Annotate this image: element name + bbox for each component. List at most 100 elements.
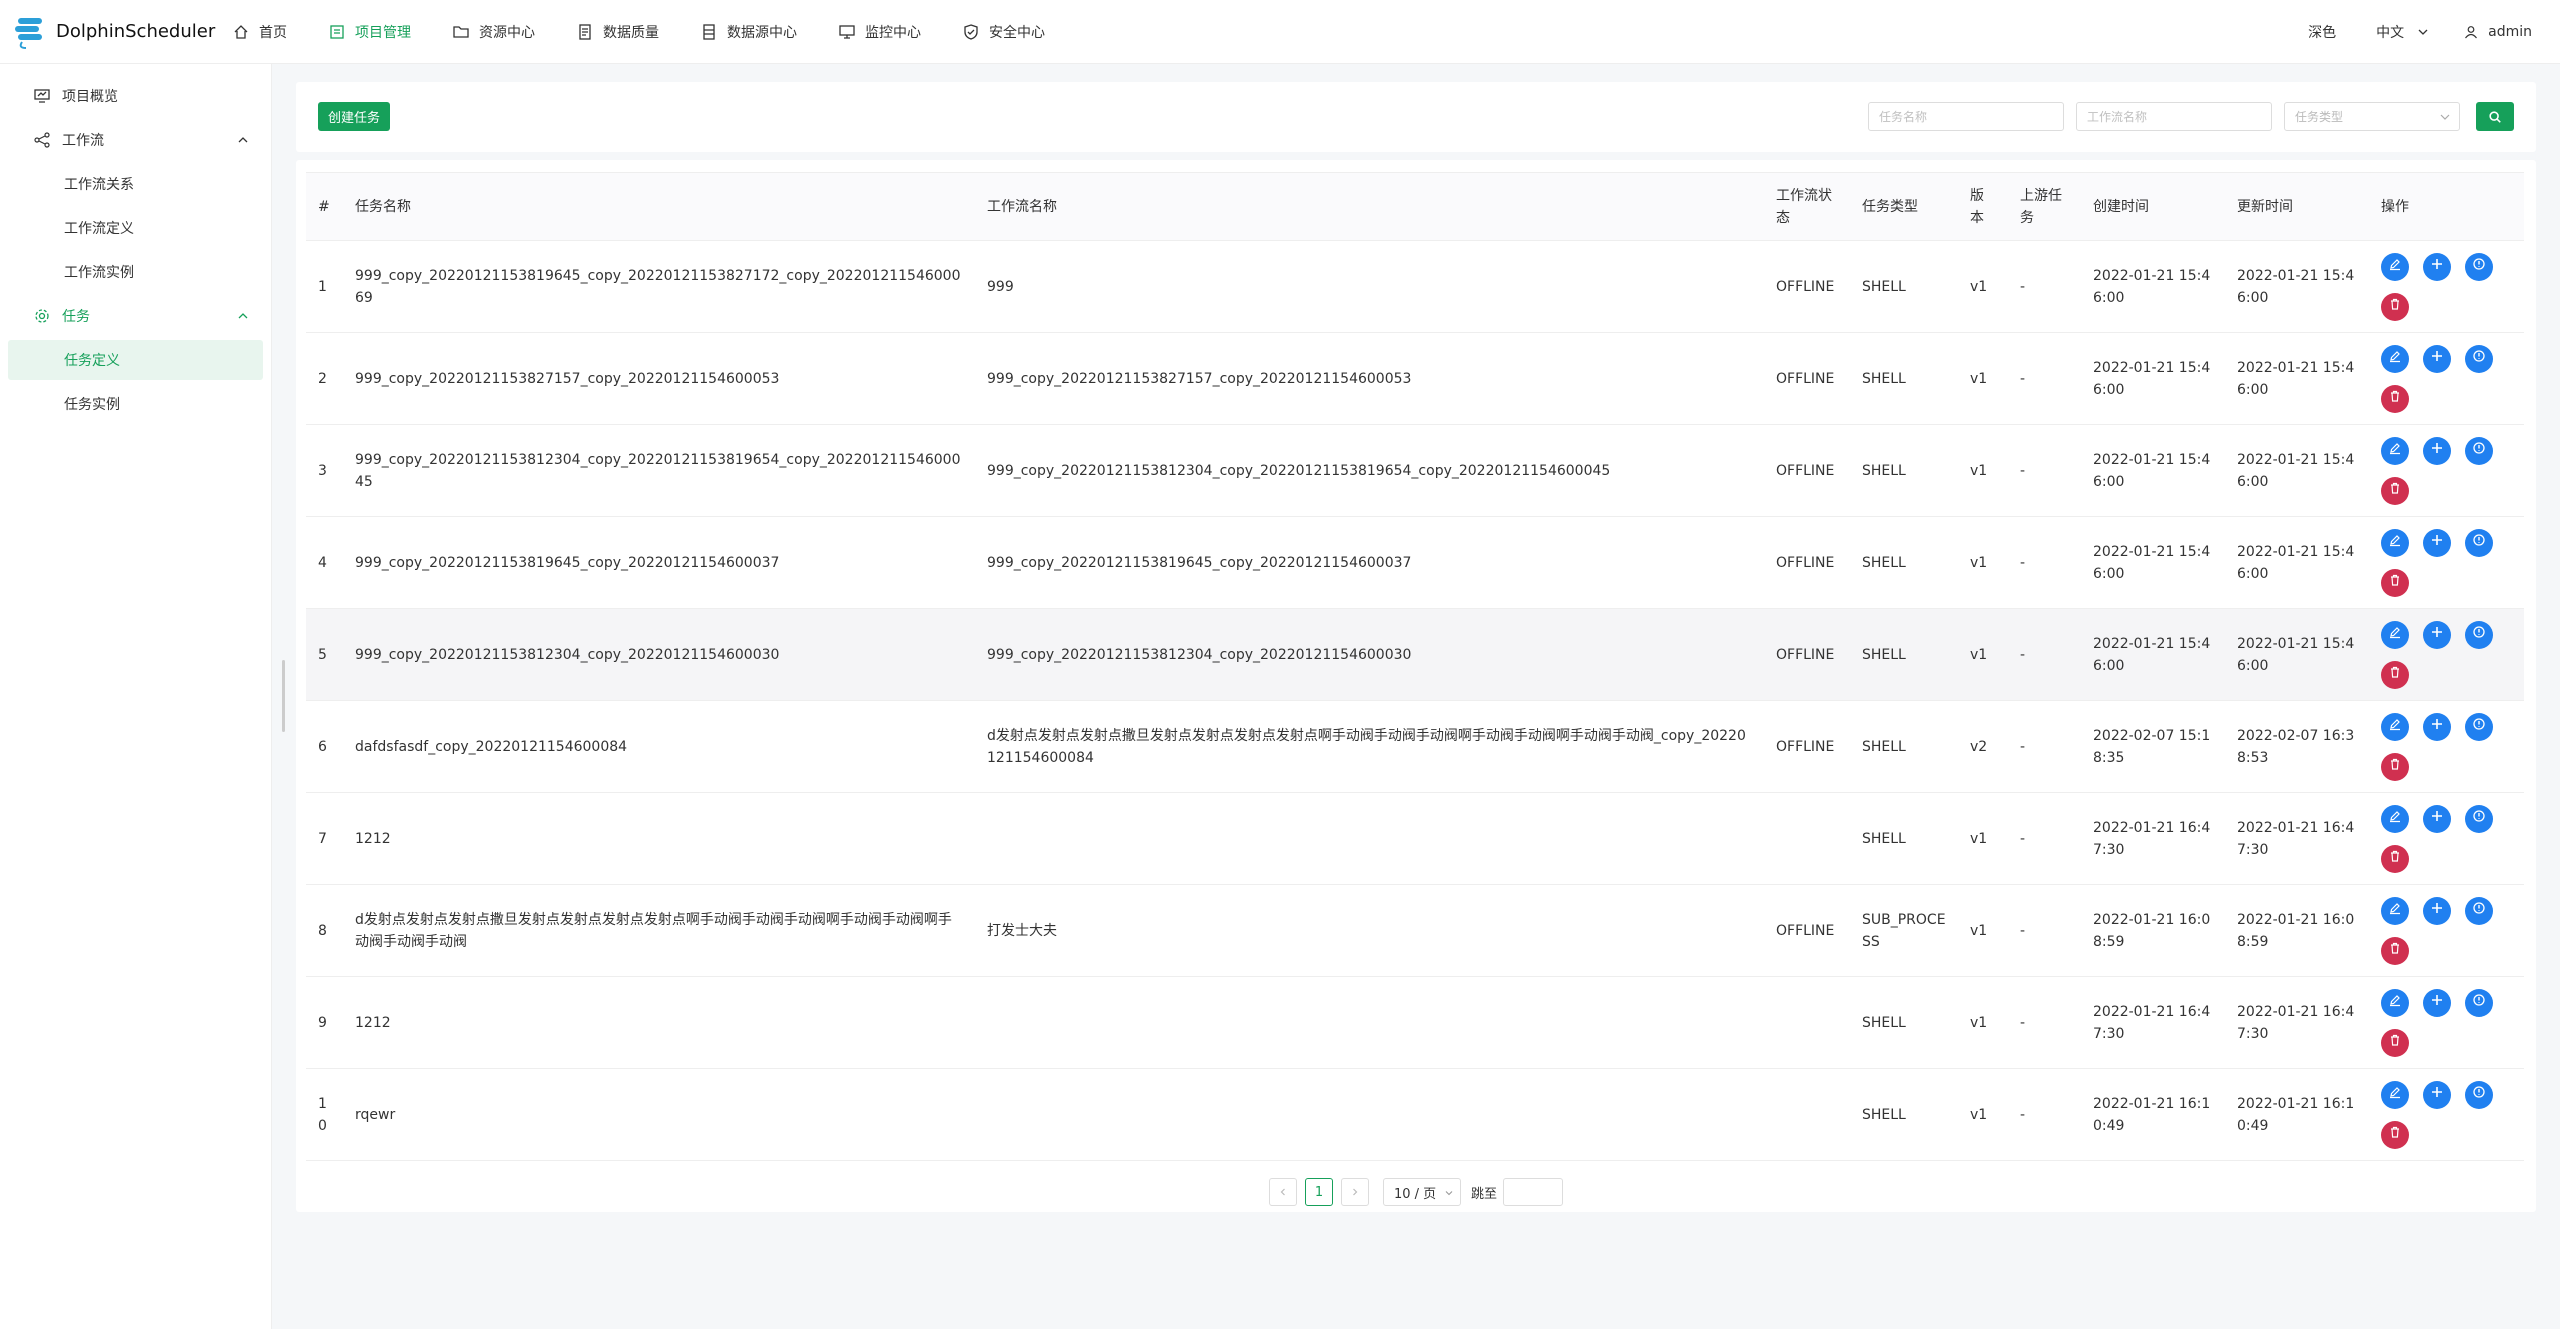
edit-button[interactable] — [2381, 436, 2409, 465]
move-button[interactable] — [2423, 620, 2451, 649]
nav-security[interactable]: 安全中心 — [942, 0, 1066, 64]
edit-button[interactable] — [2381, 896, 2409, 925]
app-logo[interactable]: DolphinScheduler — [0, 0, 215, 64]
cell-updated: 2022-01-21 16:08:59 — [2225, 884, 2369, 977]
cell-name: dafdsfasdf_copy_20220121154600084 — [343, 700, 975, 793]
sidebar-item-workflow-instance[interactable]: 工作流实例 — [8, 252, 263, 292]
delete-button[interactable] — [2381, 292, 2409, 321]
sidebar-resize-handle[interactable] — [282, 660, 285, 732]
nav-data-quality[interactable]: 数据质量 — [556, 0, 680, 64]
edit-icon — [2388, 1084, 2402, 1106]
cell-upstream: - — [2008, 516, 2081, 609]
delete-button[interactable] — [2381, 476, 2409, 505]
task-name-input[interactable] — [1868, 102, 2064, 131]
edit-button[interactable] — [2381, 620, 2409, 649]
sidebar-item-workflow-relation[interactable]: 工作流关系 — [8, 164, 263, 204]
cell-version: v1 — [1958, 976, 2008, 1069]
version-info-button[interactable] — [2465, 712, 2493, 741]
create-task-button[interactable]: 创建任务 — [318, 102, 391, 131]
delete-button[interactable] — [2381, 660, 2409, 689]
sidebar-item-workflow[interactable]: 工作流 — [8, 120, 263, 160]
cell-name: 999_copy_20220121153812304_copy_20220121… — [343, 424, 975, 517]
search-button[interactable] — [2476, 102, 2514, 131]
sidebar-item-overview[interactable]: 项目概览 — [8, 76, 263, 116]
page-size-select[interactable]: 10 / 页 — [1383, 1178, 1461, 1206]
version-info-button[interactable] — [2465, 252, 2493, 281]
edit-icon — [2388, 624, 2402, 646]
version-info-button[interactable] — [2465, 1080, 2493, 1109]
nav-home[interactable]: 首页 — [212, 0, 308, 64]
move-button[interactable] — [2423, 528, 2451, 557]
plus-icon — [2430, 532, 2444, 554]
version-info-button[interactable] — [2465, 988, 2493, 1017]
version-info-button[interactable] — [2465, 620, 2493, 649]
delete-button[interactable] — [2381, 568, 2409, 597]
sidebar-item-task[interactable]: 任务 — [8, 296, 263, 336]
theme-toggle[interactable]: 深色 — [2296, 22, 2364, 42]
cell-name: d发射点发射点发射点撒旦发射点发射点发射点发射点啊手动阀手动阀手动阀啊手动阀手动… — [343, 884, 975, 977]
move-button[interactable] — [2423, 1080, 2451, 1109]
jump-page-input[interactable] — [1503, 1178, 1564, 1206]
version-info-button[interactable] — [2465, 436, 2493, 465]
delete-button[interactable] — [2381, 936, 2409, 965]
nav-datasource[interactable]: 数据源中心 — [680, 0, 818, 64]
cell-version: v1 — [1958, 608, 2008, 701]
sidebar-item-label: 工作流 — [62, 133, 104, 149]
edit-button[interactable] — [2381, 344, 2409, 373]
user-menu[interactable]: admin — [2452, 24, 2560, 40]
version-info-button[interactable] — [2465, 896, 2493, 925]
edit-button[interactable] — [2381, 804, 2409, 833]
nav-monitor[interactable]: 监控中心 — [818, 0, 942, 64]
task-type-select[interactable]: 任务类型 — [2284, 102, 2460, 131]
move-button[interactable] — [2423, 988, 2451, 1017]
edit-button[interactable] — [2381, 988, 2409, 1017]
table-row: 5 999_copy_20220121153812304_copy_2022012… — [306, 608, 2524, 701]
sidebar-item-task-instance[interactable]: 任务实例 — [8, 384, 263, 424]
column-header: 版本 — [1958, 172, 2008, 241]
workflow-name-input[interactable] — [2076, 102, 2272, 131]
info-icon — [2472, 532, 2486, 554]
next-page-button[interactable] — [1341, 1178, 1369, 1206]
info-icon — [2472, 440, 2486, 462]
delete-button[interactable] — [2381, 1028, 2409, 1057]
cell-created: 2022-01-21 16:47:30 — [2081, 792, 2225, 885]
nav-resource[interactable]: 资源中心 — [432, 0, 556, 64]
delete-button[interactable] — [2381, 752, 2409, 781]
move-button[interactable] — [2423, 804, 2451, 833]
row-actions — [2381, 988, 2511, 1057]
cell-workflow: 999_copy_20220121153812304_copy_20220121… — [975, 424, 1764, 517]
page-button-current[interactable]: 1 — [1305, 1178, 1333, 1206]
cell-workflow — [975, 1068, 1764, 1161]
cell-idx: 6 — [306, 700, 343, 793]
edit-icon — [2388, 716, 2402, 738]
version-info-button[interactable] — [2465, 804, 2493, 833]
info-icon — [2472, 256, 2486, 278]
cell-operations — [2369, 608, 2524, 701]
cell-workflow: 999 — [975, 240, 1764, 333]
move-button[interactable] — [2423, 896, 2451, 925]
prev-page-button[interactable] — [1269, 1178, 1297, 1206]
cell-created: 2022-01-21 16:08:59 — [2081, 884, 2225, 977]
move-button[interactable] — [2423, 436, 2451, 465]
delete-button[interactable] — [2381, 384, 2409, 413]
edit-button[interactable] — [2381, 528, 2409, 557]
sidebar-item-workflow-definition[interactable]: 工作流定义 — [8, 208, 263, 248]
nav-project[interactable]: 项目管理 — [308, 0, 432, 64]
move-button[interactable] — [2423, 344, 2451, 373]
move-button[interactable] — [2423, 712, 2451, 741]
task-table: # 任务名称 工作流名称 工作流状态 任务类型 版本 上游任务 创建时间 更新时间 操作 1 999… — [306, 172, 2524, 1161]
move-button[interactable] — [2423, 252, 2451, 281]
edit-button[interactable] — [2381, 712, 2409, 741]
cell-workflow — [975, 976, 1764, 1069]
version-info-button[interactable] — [2465, 528, 2493, 557]
delete-button[interactable] — [2381, 844, 2409, 873]
cell-upstream: - — [2008, 976, 2081, 1069]
delete-button[interactable] — [2381, 1120, 2409, 1149]
language-select[interactable]: 中文 — [2364, 22, 2452, 42]
edit-button[interactable] — [2381, 1080, 2409, 1109]
version-info-button[interactable] — [2465, 344, 2493, 373]
trash-icon — [2388, 1124, 2402, 1146]
edit-button[interactable] — [2381, 252, 2409, 281]
sidebar-item-task-definition[interactable]: 任务定义 — [8, 340, 263, 380]
cell-upstream: - — [2008, 884, 2081, 977]
